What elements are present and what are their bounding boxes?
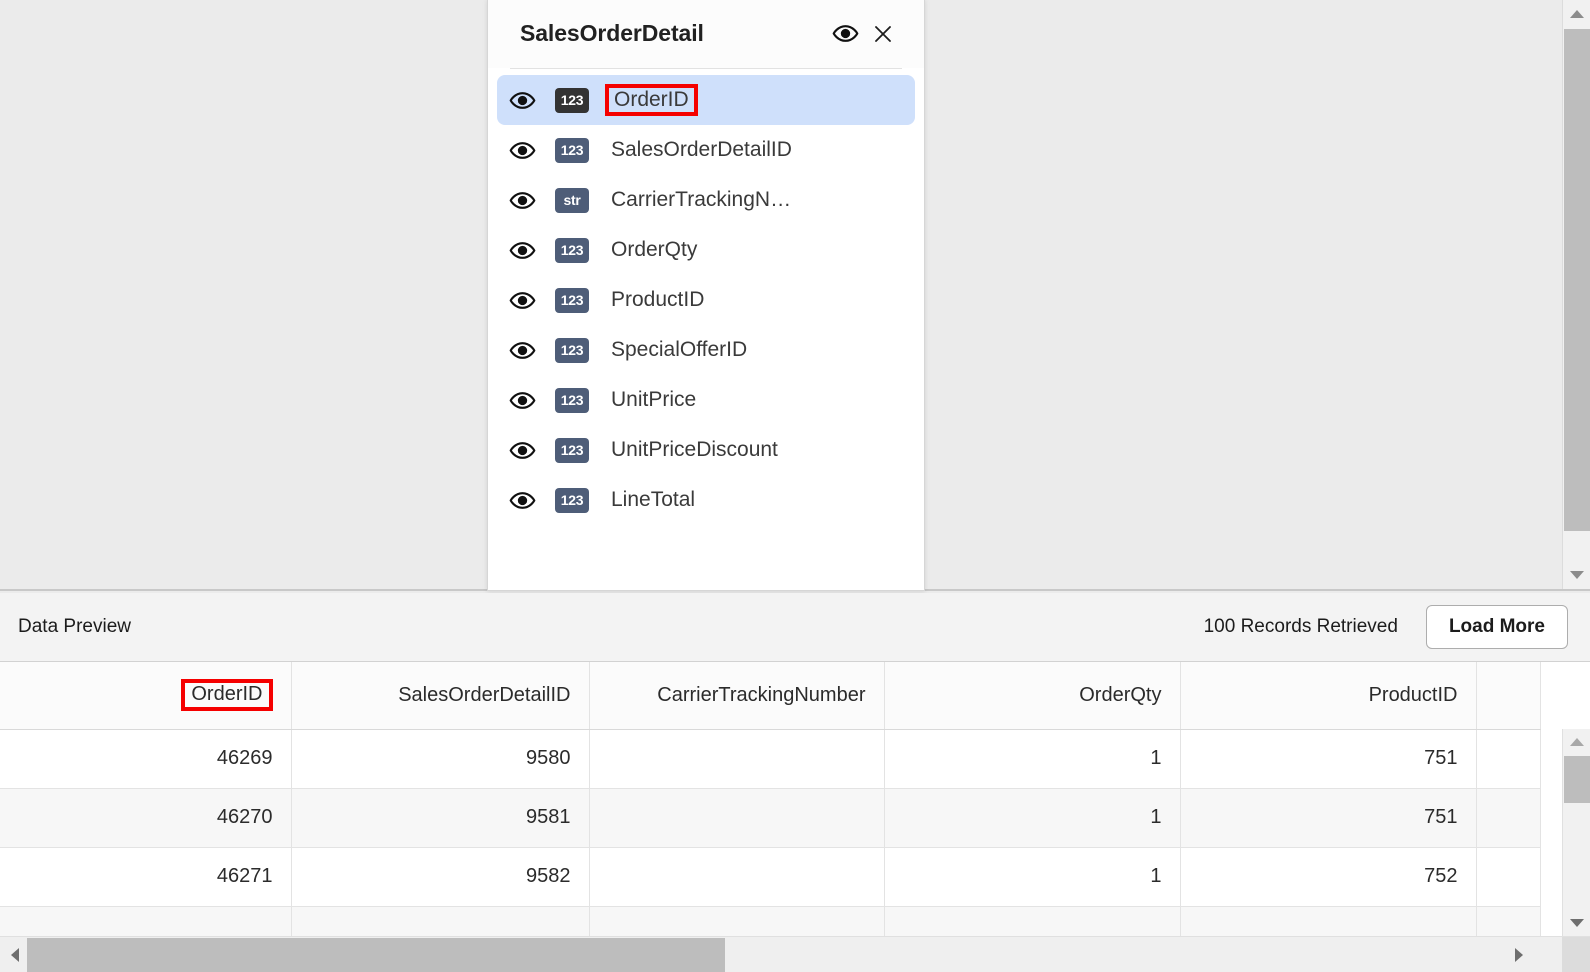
eye-icon[interactable] [826, 15, 864, 53]
field-name-label: CarrierTrackingN… [611, 188, 792, 211]
table-row[interactable]: 46271 9582 1 752 [0, 847, 1541, 907]
table-cell: 46269 [0, 729, 292, 789]
field-type-badge: str [555, 187, 589, 213]
table-cell: 9580 [291, 729, 590, 789]
table-column-header[interactable]: SalesOrderDetailID [291, 662, 590, 730]
field-row[interactable]: 123 SalesOrderDetailID [497, 125, 915, 175]
horizontal-scrollbar[interactable] [0, 936, 1590, 972]
scrollbar-thumb[interactable] [1564, 29, 1590, 531]
field-name-label: UnitPriceDiscount [611, 438, 778, 461]
field-type-badge: 123 [555, 387, 589, 413]
panel-header: SalesOrderDetail [488, 0, 924, 68]
field-type-badge: 123 [555, 437, 589, 463]
triangle-right-icon[interactable] [1506, 937, 1532, 972]
table-cell [589, 788, 885, 848]
table-row[interactable]: 46270 9581 1 751 [0, 788, 1541, 848]
field-list: 123 OrderID 123 SalesOrderDetailID str Carrie… [488, 69, 924, 525]
field-row[interactable]: 123 UnitPrice [497, 375, 915, 425]
eye-icon[interactable] [509, 487, 555, 514]
field-type-badge: 123 [555, 337, 589, 363]
table-row[interactable]: 46269 9580 1 751 [0, 729, 1541, 789]
app-root: SalesOrderDetail 123 OrderID 123 SalesOr… [0, 0, 1590, 972]
table-column-header[interactable]: OrderID [0, 662, 292, 730]
table-cell [1476, 906, 1541, 936]
table-cell [1476, 847, 1541, 907]
table-column-header[interactable]: CarrierTrackingNumber [589, 662, 885, 730]
table-cell [589, 906, 885, 936]
load-more-button[interactable]: Load More [1425, 605, 1568, 649]
field-name-label: OrderID [605, 84, 698, 116]
field-name-label: UnitPrice [611, 388, 697, 411]
table-cell [1180, 906, 1477, 936]
table-cell: 1 [884, 729, 1181, 789]
field-row[interactable]: 123 LineTotal [497, 475, 915, 525]
field-name-label: OrderQty [611, 238, 698, 261]
data-preview-table: OrderID SalesOrderDetailID CarrierTracking… [0, 662, 1541, 936]
table-cell: 46271 [0, 847, 292, 907]
table-column-header[interactable] [1476, 662, 1541, 730]
table-cell [884, 906, 1181, 936]
eye-icon[interactable] [509, 237, 555, 264]
field-type-badge: 123 [555, 87, 589, 113]
field-type-badge: 123 [555, 487, 589, 513]
eye-icon[interactable] [509, 337, 555, 364]
field-row[interactable]: str CarrierTrackingN… [497, 175, 915, 225]
eye-icon[interactable] [509, 287, 555, 314]
table-row[interactable] [0, 906, 1541, 936]
panel-title: SalesOrderDetail [520, 20, 704, 46]
field-row[interactable]: 123 OrderID [497, 75, 915, 125]
field-name-label: SpecialOfferID [611, 338, 748, 361]
triangle-down-icon[interactable] [1563, 561, 1590, 589]
table-cell [589, 729, 885, 789]
close-icon[interactable] [864, 15, 902, 53]
field-name-label: LineTotal [611, 488, 696, 511]
field-type-badge: 123 [555, 137, 589, 163]
table-cell: 1 [884, 847, 1181, 907]
table-cell: 9581 [291, 788, 590, 848]
triangle-up-icon[interactable] [1563, 0, 1590, 28]
table-cell: 751 [1180, 788, 1477, 848]
field-row[interactable]: 123 OrderQty [497, 225, 915, 275]
column-header-label: OrderID [181, 679, 273, 712]
eye-icon[interactable] [509, 437, 555, 464]
field-row[interactable]: 123 SpecialOfferID [497, 325, 915, 375]
table-cell: 752 [1180, 847, 1477, 907]
table-column-header[interactable]: OrderQty [884, 662, 1181, 730]
scrollbar-corner [1562, 937, 1590, 972]
scrollbar-thumb[interactable] [1564, 756, 1590, 803]
table-cell: 9582 [291, 847, 590, 907]
table-cell: 46270 [0, 788, 292, 848]
table-cell: 1 [884, 788, 1181, 848]
table-cell [1476, 788, 1541, 848]
table-header-row: OrderID SalesOrderDetailID CarrierTracking… [0, 662, 1541, 730]
eye-icon[interactable] [509, 187, 555, 214]
table-cell [1476, 729, 1541, 789]
triangle-up-icon[interactable] [1563, 729, 1590, 755]
data-preview-title: Data Preview [18, 616, 131, 637]
records-retrieved-label: 100 Records Retrieved [1203, 616, 1398, 637]
canvas-area: SalesOrderDetail 123 OrderID 123 SalesOr… [0, 0, 1590, 591]
field-name-label: ProductID [611, 288, 705, 311]
table-column-header[interactable]: ProductID [1180, 662, 1477, 730]
table-cell [0, 906, 292, 936]
eye-icon[interactable] [509, 87, 555, 114]
data-preview-table-wrapper: OrderID SalesOrderDetailID CarrierTracking… [0, 662, 1590, 936]
main-vertical-scrollbar[interactable] [1562, 0, 1590, 589]
table-vertical-scrollbar[interactable] [1562, 729, 1590, 936]
data-preview-bar: Data Preview 100 Records Retrieved Load … [0, 593, 1590, 662]
table-cell [291, 906, 590, 936]
triangle-down-icon[interactable] [1563, 910, 1590, 936]
horizontal-scrollbar-thumb[interactable] [27, 938, 725, 972]
table-cell [589, 847, 885, 907]
field-selector-panel: SalesOrderDetail 123 OrderID 123 SalesOr… [487, 0, 925, 591]
field-row[interactable]: 123 UnitPriceDiscount [497, 425, 915, 475]
table-cell: 751 [1180, 729, 1477, 789]
eye-icon[interactable] [509, 137, 555, 164]
field-name-label: SalesOrderDetailID [611, 138, 792, 161]
triangle-left-icon[interactable] [2, 937, 28, 972]
field-type-badge: 123 [555, 237, 589, 263]
field-type-badge: 123 [555, 287, 589, 313]
eye-icon[interactable] [509, 387, 555, 414]
field-row[interactable]: 123 ProductID [497, 275, 915, 325]
